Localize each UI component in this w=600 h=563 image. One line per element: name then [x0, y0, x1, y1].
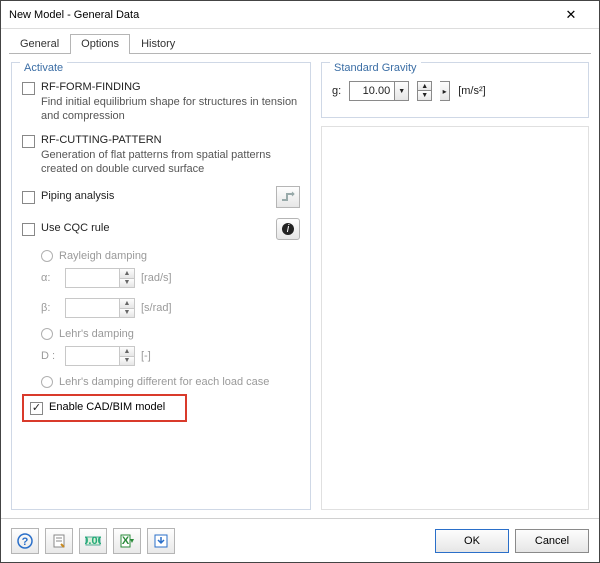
g-value: 10.00 — [350, 85, 394, 97]
footer: ? 0.00 X OK Cancel — [1, 518, 599, 562]
cutting-title: RF-CUTTING-PATTERN — [41, 134, 162, 146]
empty-panel — [321, 126, 589, 510]
radio-lehr-diff — [41, 376, 53, 388]
ok-button[interactable]: OK — [435, 529, 509, 553]
g-spinner[interactable]: ▲ ▼ — [417, 81, 432, 101]
chk-form-finding[interactable] — [22, 82, 35, 95]
gravity-fieldset: Standard Gravity g: 10.00 ▼ ▲ ▼ ▸ [m/s²] — [321, 62, 589, 118]
enable-cad-highlight: Enable CAD/BIM model — [22, 394, 187, 422]
opt-piping: Piping analysis — [22, 186, 300, 208]
d-down-icon: ▼ — [120, 357, 134, 366]
piping-label: Piping analysis — [41, 190, 114, 202]
g-step-right-icon[interactable]: ▸ — [440, 81, 450, 101]
tab-general[interactable]: General — [9, 34, 70, 54]
chk-cqc[interactable] — [22, 223, 35, 236]
form-finding-desc: Find initial equilibrium shape for struc… — [41, 95, 300, 124]
close-icon[interactable]: ✕ — [551, 7, 591, 23]
alpha-input: ▲▼ — [65, 268, 135, 288]
beta-unit: [s/rad] — [141, 302, 172, 314]
import-icon[interactable] — [147, 528, 175, 554]
activate-fieldset: Activate RF-FORM-FINDING Find initial eq… — [11, 62, 311, 510]
beta-up-icon: ▲ — [120, 299, 134, 309]
opt-form-finding: RF-FORM-FINDING Find initial equilibrium… — [22, 81, 300, 124]
dialog-window: New Model - General Data ✕ General Optio… — [0, 0, 600, 563]
right-column: Standard Gravity g: 10.00 ▼ ▲ ▼ ▸ [m/s²] — [321, 62, 589, 510]
g-down-icon[interactable]: ▼ — [418, 91, 431, 100]
d-unit: [-] — [141, 350, 151, 362]
lehr-label: Lehr's damping — [59, 328, 134, 340]
export-excel-icon[interactable]: X — [113, 528, 141, 554]
alpha-down-icon: ▼ — [120, 279, 134, 288]
d-up-icon: ▲ — [120, 347, 134, 357]
enable-cad-label: Enable CAD/BIM model — [49, 401, 165, 413]
units-icon[interactable]: 0.00 — [79, 528, 107, 554]
radio-lehr — [41, 328, 53, 340]
beta-label: β: — [41, 302, 59, 314]
panels: Activate RF-FORM-FINDING Find initial eq… — [9, 54, 591, 518]
opt-cutting: RF-CUTTING-PATTERN Generation of flat pa… — [22, 134, 300, 177]
cancel-button[interactable]: Cancel — [515, 529, 589, 553]
g-input[interactable]: 10.00 ▼ — [349, 81, 409, 101]
d-input: ▲▼ — [65, 346, 135, 366]
radio-rayleigh — [41, 250, 53, 262]
lehr-diff-label: Lehr's damping different for each load c… — [59, 376, 269, 388]
g-dropdown-icon[interactable]: ▼ — [394, 82, 408, 100]
opt-cqc: Use CQC rule i — [22, 218, 300, 240]
chk-cutting[interactable] — [22, 135, 35, 148]
window-title: New Model - General Data — [9, 9, 551, 21]
svg-text:?: ? — [22, 536, 29, 548]
cutting-desc: Generation of flat patterns from spatial… — [41, 148, 300, 177]
beta-input: ▲▼ — [65, 298, 135, 318]
form-finding-title: RF-FORM-FINDING — [41, 81, 141, 93]
svg-text:X: X — [122, 535, 130, 547]
notes-icon[interactable] — [45, 528, 73, 554]
alpha-label: α: — [41, 272, 59, 284]
g-up-icon[interactable]: ▲ — [418, 82, 431, 91]
beta-down-icon: ▼ — [120, 309, 134, 318]
alpha-unit: [rad/s] — [141, 272, 172, 284]
tabstrip: General Options History — [9, 33, 591, 54]
cqc-label: Use CQC rule — [41, 222, 109, 234]
help-icon[interactable]: ? — [11, 528, 39, 554]
g-unit: [m/s²] — [458, 85, 486, 97]
chk-piping[interactable] — [22, 191, 35, 204]
svg-text:0.00: 0.00 — [85, 535, 101, 547]
piping-settings-icon[interactable] — [276, 186, 300, 208]
activate-legend: Activate — [20, 62, 67, 74]
content-area: General Options History Activate RF-FORM… — [1, 29, 599, 518]
g-label: g: — [332, 85, 341, 97]
info-icon[interactable]: i — [276, 218, 300, 240]
tab-history[interactable]: History — [130, 34, 186, 54]
rayleigh-label: Rayleigh damping — [59, 250, 147, 262]
tab-options[interactable]: Options — [70, 34, 130, 54]
chk-enable-cad[interactable] — [30, 402, 43, 415]
cqc-subgroup: Rayleigh damping α: ▲▼ [rad/s] β: — [41, 250, 300, 388]
d-label: D : — [41, 350, 59, 362]
alpha-up-icon: ▲ — [120, 269, 134, 279]
titlebar: New Model - General Data ✕ — [1, 1, 599, 29]
gravity-legend: Standard Gravity — [330, 62, 421, 74]
